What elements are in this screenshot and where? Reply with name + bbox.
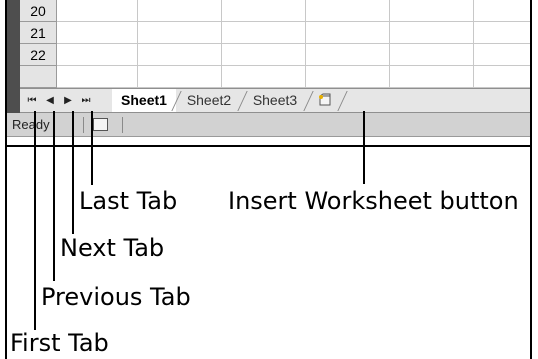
last-tab-label: Last Tab <box>79 187 178 215</box>
first-tab-leader <box>34 111 36 330</box>
previous-tab-leader <box>53 111 55 281</box>
first-tab-label: First Tab <box>10 329 109 357</box>
next-tab-label: Next Tab <box>60 234 165 262</box>
previous-tab-label: Previous Tab <box>41 283 191 311</box>
next-tab-leader <box>72 111 74 234</box>
insert-worksheet-leader <box>363 111 365 184</box>
figure-border-right <box>530 147 532 359</box>
insert-worksheet-label: Insert Worksheet button <box>228 187 519 215</box>
figure-border-left <box>5 147 7 359</box>
screenshot-frame <box>5 0 532 147</box>
last-tab-leader <box>91 111 93 185</box>
